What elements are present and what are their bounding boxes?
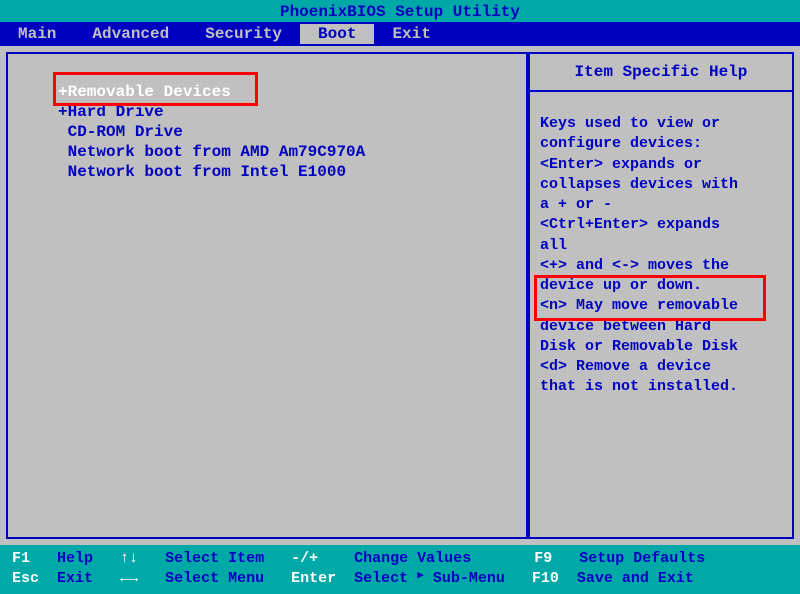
key-esc: Esc <box>12 569 39 589</box>
help-line: configure devices: <box>540 134 784 154</box>
boot-item-hard-drive[interactable]: +Hard Drive <box>58 102 516 122</box>
menu-security[interactable]: Security <box>187 24 300 44</box>
menu-bar: Main Advanced Security Boot Exit <box>0 22 800 46</box>
boot-item-cdrom[interactable]: CD-ROM Drive <box>58 122 516 142</box>
help-line: device up or down. <box>540 276 784 296</box>
menu-advanced[interactable]: Advanced <box>74 24 187 44</box>
help-panel: Item Specific Help Keys used to view or … <box>528 52 794 539</box>
key-enter: Enter <box>291 569 336 589</box>
label-submenu: Sub-Menu <box>433 569 505 589</box>
footer-bar: F1 Help ↑↓ Select Item -/+ Change Values… <box>0 545 800 594</box>
arrows-updown-icon: ↑↓ <box>120 549 138 569</box>
label-setup-defaults: Setup Defaults <box>579 549 705 569</box>
menu-exit[interactable]: Exit <box>374 24 448 44</box>
key-f10: F10 <box>532 569 559 589</box>
label-select-item: Select Item <box>165 549 264 569</box>
boot-item-net-intel[interactable]: Network boot from Intel E1000 <box>58 162 516 182</box>
boot-item-removable[interactable]: +Removable Devices <box>58 82 243 102</box>
key-f9: F9 <box>534 549 552 569</box>
help-line: device between Hard <box>540 317 784 337</box>
help-line: <n> May move removable <box>540 296 784 316</box>
help-line: all <box>540 236 784 256</box>
help-body: Keys used to view or configure devices: … <box>530 92 792 406</box>
bios-screen: PhoenixBIOS Setup Utility Main Advanced … <box>0 0 800 594</box>
label-save-exit: Save and Exit <box>577 569 694 589</box>
help-line: <d> Remove a device <box>540 357 784 377</box>
menu-main[interactable]: Main <box>0 24 74 44</box>
help-line: <+> and <-> moves the <box>540 256 784 276</box>
help-line: <Enter> expands or <box>540 155 784 175</box>
title-bar: PhoenixBIOS Setup Utility <box>0 0 800 22</box>
app-title: PhoenixBIOS Setup Utility <box>280 3 520 21</box>
label-help-text: Help <box>57 549 93 569</box>
key-minus-plus: -/+ <box>291 549 318 569</box>
help-line: collapses devices with <box>540 175 784 195</box>
label-select-menu: Select Menu <box>165 569 264 589</box>
key-f1: F1 <box>12 549 30 569</box>
triangle-right-icon: ▶ <box>417 569 424 589</box>
label-select: Select <box>354 569 408 589</box>
arrows-leftright-icon: ←→ <box>120 569 138 589</box>
help-line: Keys used to view or <box>540 114 784 134</box>
footer-row-1: F1 Help ↑↓ Select Item -/+ Change Values… <box>12 549 788 569</box>
boot-list: +Removable Devices +Hard Drive CD-ROM Dr… <box>18 74 516 182</box>
menu-boot[interactable]: Boot <box>300 24 374 44</box>
help-line: Disk or Removable Disk <box>540 337 784 357</box>
label-exit: Exit <box>57 569 93 589</box>
help-title: Item Specific Help <box>530 54 792 92</box>
boot-panel: +Removable Devices +Hard Drive CD-ROM Dr… <box>6 52 528 539</box>
label-change-values: Change Values <box>354 549 471 569</box>
help-line: <Ctrl+Enter> expands <box>540 215 784 235</box>
footer-row-2: Esc Exit ←→ Select Menu Enter Select ▶ S… <box>12 569 788 589</box>
label-help <box>30 549 57 569</box>
boot-item-net-amd[interactable]: Network boot from AMD Am79C970A <box>58 142 516 162</box>
help-line: that is not installed. <box>540 377 784 397</box>
help-line: a + or - <box>540 195 784 215</box>
main-area: +Removable Devices +Hard Drive CD-ROM Dr… <box>0 46 800 545</box>
